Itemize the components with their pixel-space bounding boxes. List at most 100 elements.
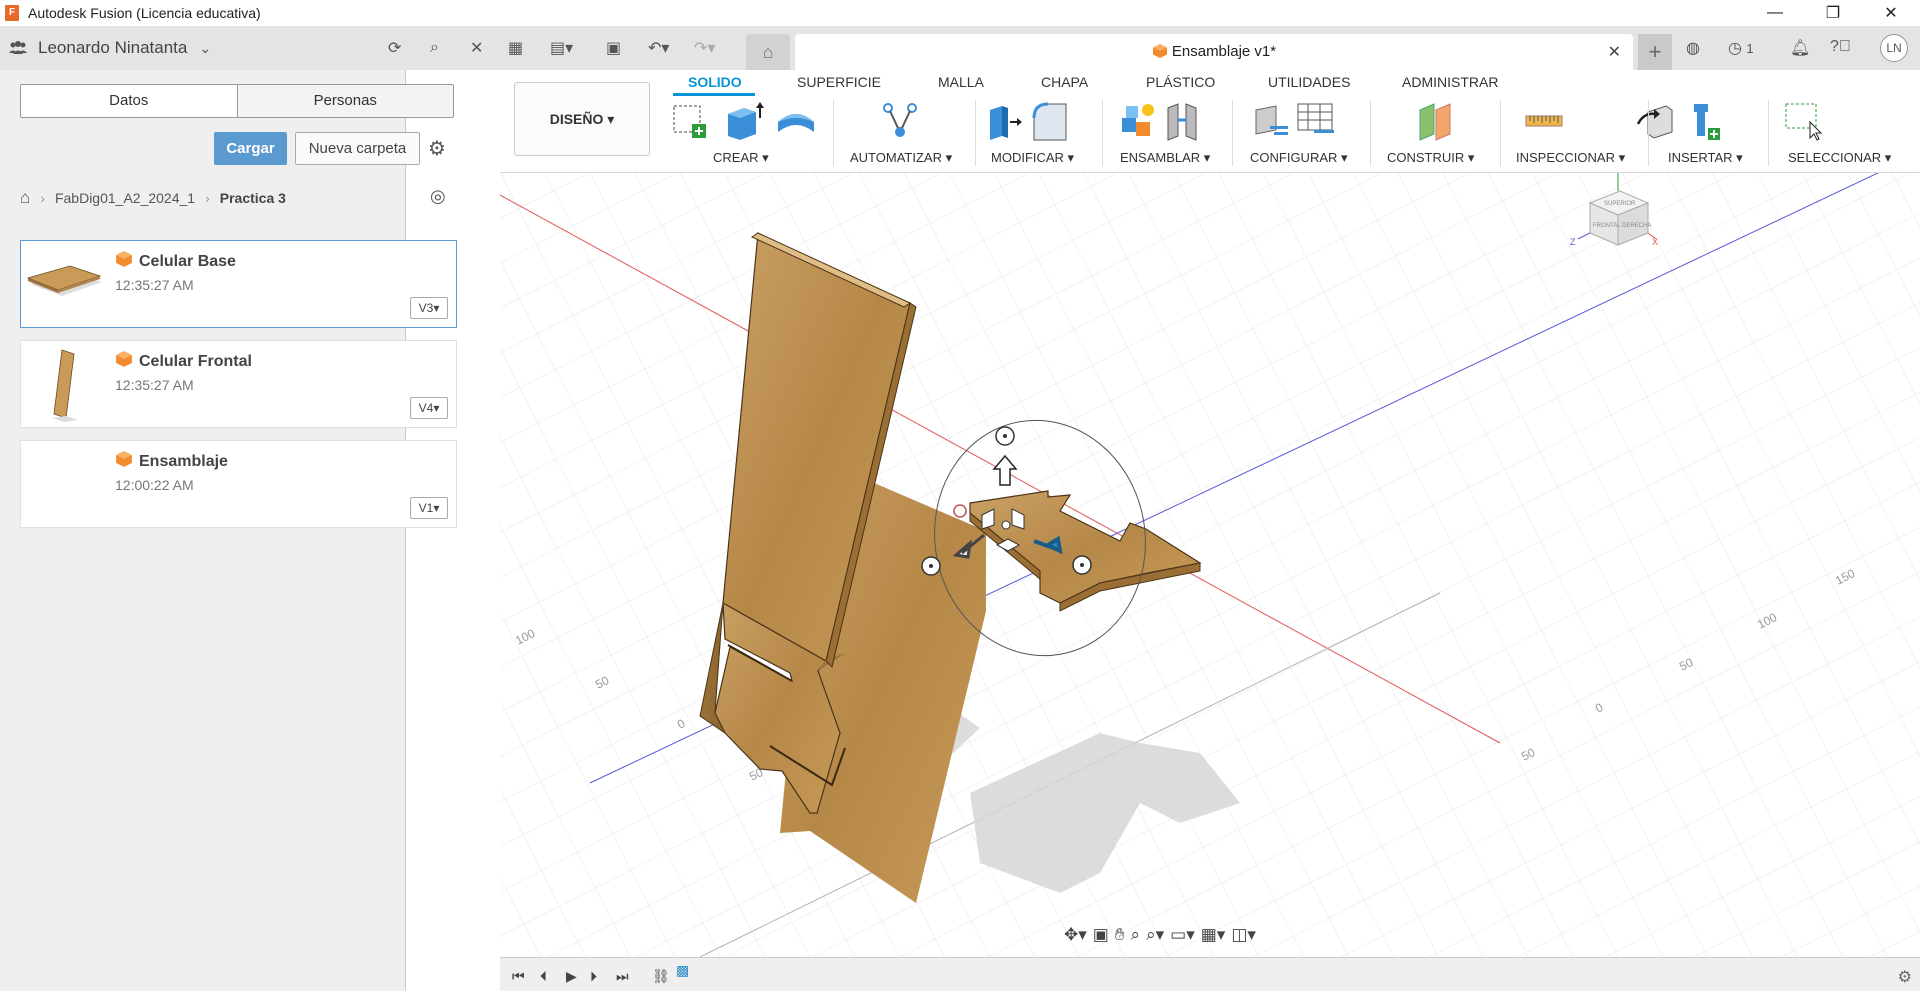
view-cube-top-label: SUPERIOR: [1604, 201, 1636, 207]
file-card-celular-frontal[interactable]: Celular Frontal 12:35:27 AM V4▾: [20, 340, 457, 428]
undo-icon[interactable]: ↶▾: [648, 36, 669, 60]
tab-data[interactable]: Datos: [21, 85, 237, 117]
timeline-end-icon[interactable]: ⏭: [616, 968, 629, 985]
insert-mcmaster-icon[interactable]: [1682, 100, 1722, 142]
group-assemble[interactable]: ENSAMBLAR ▾: [1120, 150, 1210, 166]
automate-icon[interactable]: [880, 100, 920, 142]
group-automate[interactable]: AUTOMATIZAR ▾: [850, 150, 952, 166]
workspace-switcher[interactable]: DISEÑO ▾: [514, 82, 650, 156]
file-card-celular-base[interactable]: Celular Base 12:35:27 AM V3▾: [20, 240, 457, 328]
navigation-bar: ✥▾ ▣ ✋︎ ⌕ ⌕▾ ▭▾ ▦▾ ◫▾: [1064, 920, 1256, 950]
display-settings-icon[interactable]: ▭▾: [1170, 925, 1195, 945]
pan-icon[interactable]: ✋︎: [1115, 925, 1125, 945]
group-create[interactable]: CREAR ▾: [713, 150, 769, 166]
tab-people[interactable]: Personas: [236, 85, 453, 117]
close-button[interactable]: ✕: [1862, 0, 1920, 26]
fusion-logo-icon: F: [5, 5, 19, 21]
extensions-icon[interactable]: ◍: [1686, 38, 1700, 58]
group-configure[interactable]: CONFIGURAR ▾: [1250, 150, 1348, 166]
version-dropdown[interactable]: V3▾: [410, 297, 448, 319]
press-pull-icon[interactable]: [984, 100, 1024, 142]
home-icon[interactable]: ⌂: [20, 188, 30, 208]
create-sketch-icon[interactable]: [670, 100, 710, 142]
group-select[interactable]: SELECCIONAR ▾: [1788, 150, 1891, 166]
file-time: 12:00:22 AM: [115, 477, 194, 493]
timeline-prev-icon[interactable]: ⏴: [540, 968, 547, 985]
tab-administrar[interactable]: ADMINISTRAR: [1402, 74, 1498, 90]
avatar[interactable]: LN: [1880, 34, 1908, 62]
insert-derive-icon[interactable]: [1636, 100, 1676, 142]
home-tab[interactable]: ⌂: [746, 34, 790, 70]
fillet-icon[interactable]: [1030, 100, 1070, 142]
upload-button[interactable]: Cargar: [214, 132, 287, 165]
globe-icon[interactable]: ◎: [430, 186, 446, 207]
file-menu-icon[interactable]: ▤▾: [550, 36, 573, 60]
3d-viewport[interactable]: 100 50 0 50 150 100 50 0 50 SUPERIOR FRO…: [500, 173, 1920, 957]
divider: [1768, 100, 1769, 166]
tab-malla[interactable]: MALLA: [938, 74, 984, 90]
thumbnail: [52, 349, 78, 422]
tab-chapa[interactable]: CHAPA: [1041, 74, 1088, 90]
viewports-icon[interactable]: ◫▾: [1231, 925, 1256, 945]
close-tab-icon[interactable]: ✕: [1608, 42, 1621, 62]
timeline-play-icon[interactable]: ▶: [566, 968, 577, 985]
extrude-icon[interactable]: [724, 100, 764, 142]
tab-plastico[interactable]: PLÁSTICO: [1146, 74, 1215, 90]
new-component-icon[interactable]: [1118, 100, 1158, 142]
look-at-icon[interactable]: ▣: [1093, 925, 1109, 945]
new-tab-button[interactable]: +: [1638, 34, 1672, 70]
tab-utilidades[interactable]: UTILIDADES: [1268, 74, 1350, 90]
group-modify[interactable]: MODIFICAR ▾: [991, 150, 1074, 166]
version-dropdown[interactable]: V1▾: [410, 497, 448, 519]
ground-grid: [500, 173, 1920, 957]
apps-grid-icon[interactable]: ▦: [508, 36, 523, 60]
restore-button[interactable]: ❐: [1804, 0, 1862, 26]
offset-plane-icon[interactable]: [1416, 100, 1456, 142]
zoom-icon[interactable]: ⌕: [1131, 925, 1141, 945]
file-time: 12:35:27 AM: [115, 377, 194, 393]
group-inspect[interactable]: INSPECCIONAR ▾: [1516, 150, 1625, 166]
version-dropdown[interactable]: V4▾: [410, 397, 448, 419]
measure-icon[interactable]: [1524, 100, 1564, 142]
timeline-joint-icon[interactable]: ⛓: [652, 968, 670, 985]
tab-solido[interactable]: SOLIDO: [688, 74, 742, 90]
tab-superficie[interactable]: SUPERFICIE: [797, 74, 881, 90]
assembly-cube-icon: [116, 451, 132, 467]
gear-icon[interactable]: ⚙: [1898, 967, 1912, 987]
redo-icon[interactable]: ↷▾: [694, 36, 715, 60]
search-icon[interactable]: ⌕: [430, 36, 439, 60]
timeline-component-icon[interactable]: ▩: [676, 962, 689, 979]
thumbnail: [22, 442, 108, 526]
configure-table-icon[interactable]: [1296, 100, 1336, 142]
close-panel-icon[interactable]: ✕: [470, 36, 483, 60]
new-folder-button[interactable]: Nueva carpeta: [295, 132, 420, 165]
divider: [1648, 100, 1649, 166]
refresh-icon[interactable]: ⟳: [388, 36, 401, 60]
orbit-icon[interactable]: ✥▾: [1064, 925, 1087, 945]
timeline-start-icon[interactable]: ⏮: [512, 968, 525, 985]
breadcrumb-project[interactable]: FabDig01_A2_2024_1: [55, 190, 195, 206]
revolve-icon[interactable]: [776, 100, 816, 142]
fit-icon[interactable]: ⌕▾: [1146, 925, 1164, 945]
chevron-right-icon: ›: [40, 190, 45, 206]
save-icon[interactable]: ▣: [606, 36, 621, 60]
group-insert[interactable]: INSERTAR ▾: [1668, 150, 1743, 166]
divider: [975, 100, 976, 166]
timeline-next-icon[interactable]: ⏵: [590, 968, 597, 985]
grid-settings-icon[interactable]: ▦▾: [1201, 925, 1226, 945]
job-status-icon[interactable]: ◷ 1: [1728, 38, 1754, 58]
minimize-button[interactable]: —: [1746, 0, 1804, 26]
joint-icon[interactable]: [1164, 100, 1204, 142]
divider: [1232, 100, 1233, 166]
document-tab[interactable]: Ensamblaje v1* ✕: [795, 34, 1633, 70]
file-card-ensamblaje[interactable]: Ensamblaje 12:00:22 AM V1▾: [20, 440, 457, 528]
team-switcher[interactable]: Leonardo Ninatanta ⌄: [8, 26, 211, 70]
axis-x-label: X: [1652, 237, 1658, 247]
help-icon[interactable]: ?⃝: [1830, 38, 1851, 56]
group-construct[interactable]: CONSTRUIR ▾: [1387, 150, 1474, 166]
gear-icon[interactable]: ⚙: [428, 136, 446, 161]
change-parameters-icon[interactable]: [1250, 100, 1290, 142]
select-box-icon[interactable]: [1782, 100, 1822, 142]
thumbnail: [26, 265, 102, 296]
notifications-icon[interactable]: 🔔︎: [1790, 38, 1810, 58]
